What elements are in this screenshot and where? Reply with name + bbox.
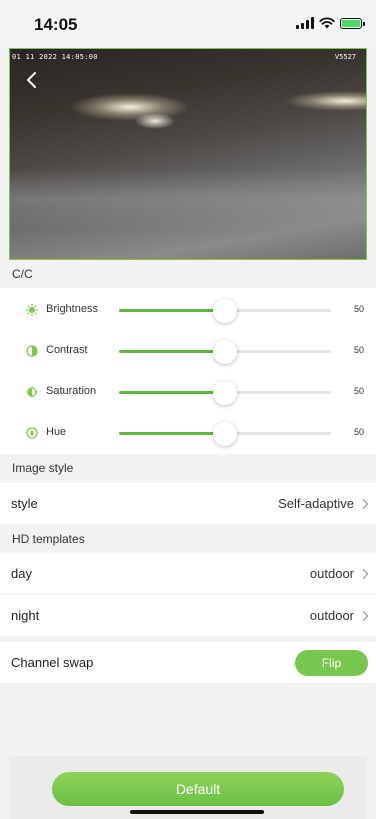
channel-swap-row: Channel swap Flip bbox=[0, 642, 376, 684]
cc-section-header: C/C bbox=[0, 260, 376, 288]
chevron-right-icon bbox=[362, 568, 369, 580]
saturation-slider-row: Saturation 50 bbox=[0, 372, 376, 412]
status-time: 14:05 bbox=[34, 15, 78, 34]
brightness-value: 50 bbox=[353, 304, 364, 314]
hd-templates-header: HD templates bbox=[0, 525, 376, 553]
brightness-label: Brightness bbox=[46, 303, 98, 315]
flip-button[interactable]: Flip bbox=[295, 650, 368, 676]
contrast-value: 50 bbox=[353, 345, 364, 355]
brightness-slider-thumb[interactable] bbox=[213, 299, 237, 323]
contrast-icon bbox=[26, 345, 38, 357]
contrast-label: Contrast bbox=[46, 344, 88, 356]
video-channel-overlay: V5527 bbox=[334, 53, 356, 61]
saturation-value: 50 bbox=[353, 386, 364, 396]
contrast-slider[interactable] bbox=[119, 340, 331, 364]
night-label: night bbox=[11, 608, 40, 623]
back-arrow-icon[interactable] bbox=[22, 69, 42, 91]
style-row[interactable]: style Self-adaptive bbox=[0, 483, 376, 525]
saturation-icon bbox=[26, 386, 38, 398]
battery-charging-icon bbox=[340, 17, 365, 29]
day-value: outdoor bbox=[309, 566, 354, 581]
home-indicator bbox=[130, 810, 264, 814]
status-icons bbox=[296, 17, 365, 29]
image-style-header: Image style bbox=[0, 454, 376, 482]
default-button[interactable]: Default bbox=[52, 772, 344, 806]
day-label: day bbox=[11, 566, 32, 581]
saturation-slider-thumb[interactable] bbox=[213, 381, 237, 405]
night-template-row[interactable]: night outdoor bbox=[0, 595, 376, 637]
saturation-label: Saturation bbox=[46, 385, 97, 397]
live-video-view[interactable]: 01 11 2022 14:05:00 V5527 bbox=[9, 48, 367, 260]
status-bar: 14:05 bbox=[0, 0, 376, 48]
chevron-right-icon bbox=[362, 498, 369, 510]
style-label: style bbox=[11, 496, 38, 511]
hue-slider-thumb[interactable] bbox=[213, 422, 237, 446]
style-value: Self-adaptive bbox=[278, 496, 354, 511]
brightness-slider-row: Brightness 50 bbox=[0, 290, 376, 330]
cc-panel: Brightness 50 Contrast 50 Saturation 50 … bbox=[0, 288, 376, 454]
hue-label: Hue bbox=[46, 426, 67, 438]
contrast-slider-row: Contrast 50 bbox=[0, 331, 376, 371]
brightness-slider[interactable] bbox=[119, 299, 331, 323]
video-timestamp-overlay: 01 11 2022 14:05:00 bbox=[12, 53, 98, 61]
chevron-right-icon bbox=[362, 610, 369, 622]
wifi-icon bbox=[319, 17, 335, 29]
hue-slider-row: Hue 50 bbox=[0, 413, 376, 453]
hue-value: 50 bbox=[353, 427, 364, 437]
sun-icon bbox=[26, 304, 38, 316]
signal-icon bbox=[296, 17, 314, 29]
saturation-slider[interactable] bbox=[119, 381, 331, 405]
hue-slider[interactable] bbox=[119, 422, 331, 446]
channel-swap-label: Channel swap bbox=[11, 655, 94, 670]
contrast-slider-thumb[interactable] bbox=[213, 340, 237, 364]
day-template-row[interactable]: day outdoor bbox=[0, 553, 376, 595]
night-value: outdoor bbox=[309, 608, 354, 623]
hue-icon bbox=[26, 427, 38, 439]
